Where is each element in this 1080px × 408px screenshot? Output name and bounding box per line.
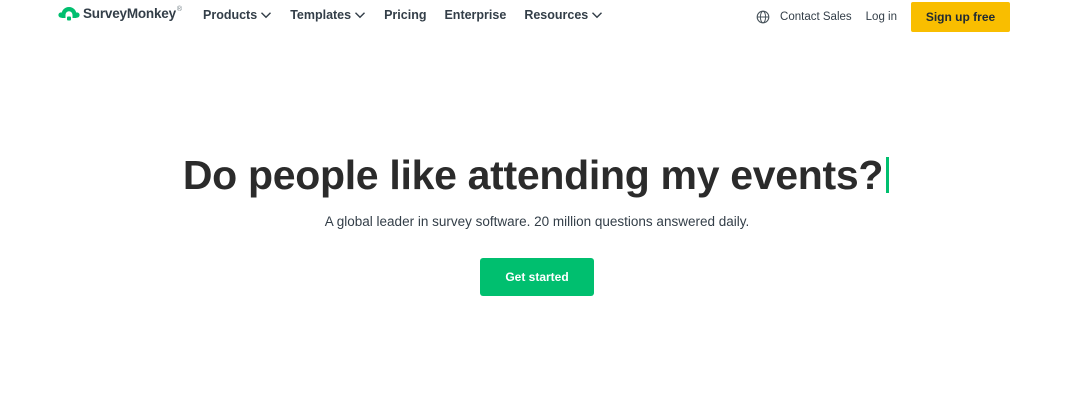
nav-enterprise-label: Enterprise (444, 8, 507, 22)
login-link[interactable]: Log in (866, 11, 897, 23)
nav-pricing-label: Pricing (384, 8, 427, 22)
logo-trademark: ® (176, 6, 183, 13)
chevron-down-icon (261, 12, 272, 19)
nav-templates[interactable]: Templates (290, 8, 366, 22)
globe-icon[interactable] (756, 10, 770, 24)
logo-text: SurveyMonkey (83, 5, 176, 21)
contact-sales-link[interactable]: Contact Sales (780, 11, 852, 23)
nav-pricing[interactable]: Pricing (384, 8, 426, 22)
nav-products[interactable]: Products (203, 8, 272, 22)
nav-resources[interactable]: Resources (524, 8, 603, 22)
chevron-down-icon (592, 12, 603, 19)
typing-cursor (886, 157, 890, 193)
page: SurveyMonkey ® Products Templates Pricin… (0, 0, 1080, 408)
header-actions: Contact Sales Log in Sign up free (756, 1, 1010, 32)
nav-enterprise[interactable]: Enterprise (444, 8, 506, 22)
surveymonkey-logo-icon (58, 7, 80, 21)
hero-title-text: Do people like attending my events? (182, 152, 884, 198)
hero-title: Do people like attending my events? (0, 152, 1072, 199)
nav-products-label: Products (203, 8, 258, 22)
get-started-button[interactable]: Get started (480, 258, 594, 296)
hero-subtitle: A global leader in survey software. 20 m… (324, 214, 750, 229)
nav-resources-label: Resources (524, 8, 589, 22)
nav-templates-label: Templates (290, 8, 352, 22)
main-nav: Products Templates Pricing Enterprise Re… (203, 7, 621, 23)
logo[interactable]: SurveyMonkey ® (58, 3, 182, 23)
site-header: SurveyMonkey ® Products Templates Pricin… (0, 0, 1080, 32)
chevron-down-icon (355, 12, 366, 19)
signup-button[interactable]: Sign up free (911, 1, 1010, 32)
